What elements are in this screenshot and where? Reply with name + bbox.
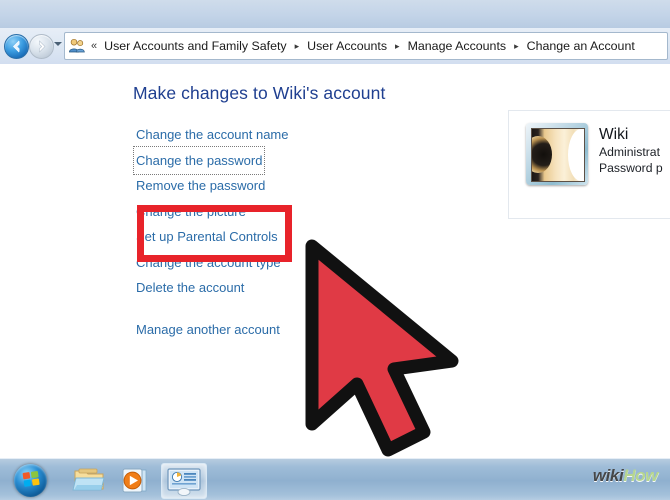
link-manage-another-account[interactable]: Manage another account [135,317,281,343]
page-title: Make changes to Wiki's account [133,83,386,103]
screenshot-root: « User Accounts and Family Safety ▸ User… [0,0,670,500]
annotation-highlight-box [137,205,292,262]
link-change-the-password[interactable]: Change the password [132,145,266,175]
recent-pages-dropdown-icon[interactable] [54,42,62,46]
forward-arrow-icon [39,40,46,53]
watermark-wiki: wiki [592,466,624,485]
guitar-account-picture-icon[interactable] [526,123,588,185]
navigation-bar: « User Accounts and Family Safety ▸ User… [0,28,670,65]
breadcrumb-separator-1[interactable]: ▸ [389,41,406,52]
pointer-cursor [305,239,459,457]
content-pane: Make changes to Wiki's account Change th… [0,64,670,458]
breadcrumb-item-2[interactable]: Manage Accounts [406,37,509,55]
back-button[interactable] [4,34,29,59]
account-type: Administrat [599,145,660,159]
user-accounts-icon [68,37,86,55]
back-arrow-icon [13,40,20,53]
taskbar-item-control-panel[interactable] [161,463,207,499]
address-bar[interactable]: « User Accounts and Family Safety ▸ User… [64,32,668,60]
account-password-status: Password p [599,161,663,175]
start-button[interactable] [14,464,47,497]
taskbar-item-windows-explorer[interactable] [67,463,111,497]
media-player-icon [122,468,147,493]
link-remove-the-password[interactable]: Remove the password [135,173,266,199]
breadcrumb-item-3[interactable]: Change an Account [525,37,637,55]
link-delete-the-account[interactable]: Delete the account [135,275,245,301]
link-change-the-account-name[interactable]: Change the account name [135,122,290,148]
wikihow-watermark: wikiHow [592,466,659,486]
breadcrumb-separator-0[interactable]: ▸ [289,41,306,52]
forward-button[interactable] [29,34,54,59]
watermark-how: How [623,466,658,485]
breadcrumb-item-1[interactable]: User Accounts [305,37,389,55]
breadcrumb-separator-2[interactable]: ▸ [508,41,525,52]
breadcrumb-item-0[interactable]: User Accounts and Family Safety [102,37,289,55]
folder-icon [72,468,105,491]
taskbar-item-windows-media-player[interactable] [113,463,157,497]
control-panel-icon [167,468,201,497]
window-title-bar [0,0,670,28]
windows-logo-icon [22,470,40,487]
breadcrumb-overflow-chevron[interactable]: « [89,40,102,52]
account-summary-panel: Wiki Administrat Password p [508,110,670,219]
taskbar [0,458,670,500]
account-name: Wiki [599,126,629,143]
